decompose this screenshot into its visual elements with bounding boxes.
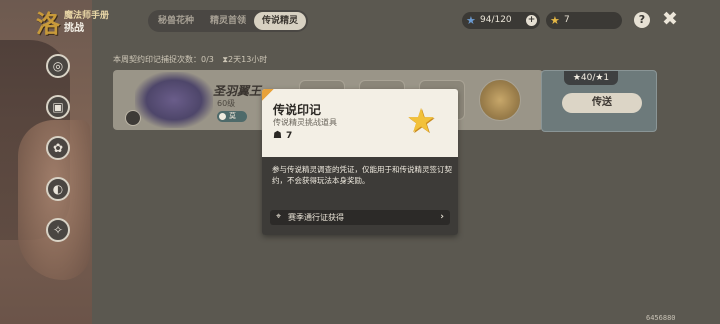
tab-1[interactable]: 精灵首领	[202, 12, 254, 30]
stamina-counter: ★ 94/120 +	[462, 12, 540, 29]
side-nav-quest-icon[interactable]: ✧	[46, 218, 70, 242]
source-label: 赛季通行证获得	[288, 213, 344, 222]
tab-bar: 秘兽花种 精灵首领 传说精灵	[148, 10, 309, 32]
side-nav-ball-icon[interactable]: ◐	[46, 177, 70, 201]
location-pin-icon: ⌖	[276, 212, 282, 222]
star-icon: ★	[406, 101, 436, 140]
side-nav: ◎ ▣ ✿ ◐ ✧	[46, 54, 72, 259]
stamina-value: 94/120	[480, 15, 512, 25]
item-tooltip: 传说印记 传说精灵挑战道具 ☗ 7 ★ 参与传说精灵调查的凭证，仅能用于和传说精灵…	[262, 89, 458, 235]
teleport-cost: ★40/★1	[564, 71, 618, 85]
currency-value: 7	[564, 15, 570, 25]
item-source-link[interactable]: ⌖ 赛季通行证获得 ›	[270, 210, 450, 225]
teleport-card: ★40/★1 传送	[541, 70, 657, 132]
item-owned-count: ☗ 7	[273, 130, 292, 141]
user-id: 6456880	[646, 314, 676, 322]
capture-count: 本周契约印记捕捉次数：0/3	[113, 55, 214, 64]
reward-gold-slot[interactable]	[479, 79, 521, 121]
star-icon: ★	[550, 14, 560, 27]
side-nav-flower-icon[interactable]: ✿	[46, 136, 70, 160]
owned-value: 7	[286, 131, 293, 141]
boss-attribute-toggle[interactable]: 莫	[217, 111, 247, 122]
teleport-button[interactable]: 传送	[562, 93, 642, 113]
app-logo: 洛 魔法师手册 挑战	[36, 4, 156, 38]
tab-2[interactable]: 传说精灵	[254, 12, 307, 30]
logo-glyph: 洛	[36, 9, 60, 38]
item-description: 参与传说精灵调查的凭证，仅能用于和传说精灵签订契约，不会获得玩法本身奖励。	[272, 165, 452, 185]
boss-creature-image	[135, 72, 213, 128]
tab-0[interactable]: 秘兽花种	[150, 12, 202, 30]
logo-title: 挑战	[64, 23, 84, 34]
tooltip-header: 传说印记 传说精灵挑战道具 ☗ 7 ★	[262, 89, 458, 157]
bag-icon: ☗	[273, 130, 282, 141]
tooltip-body: 参与传说精灵调查的凭证，仅能用于和传说精灵签订契约，不会获得玩法本身奖励。 ⌖ …	[262, 157, 458, 235]
close-button[interactable]: ✖	[660, 9, 680, 29]
side-nav-target-icon[interactable]: ◎	[46, 54, 70, 78]
item-subtitle: 传说精灵挑战道具	[273, 118, 337, 127]
item-title: 传说印记	[273, 103, 322, 117]
boss-name: 圣羽翼王	[213, 84, 262, 98]
capture-info: 本周契约印记捕捉次数：0/3 ⧗2天13小时	[113, 54, 267, 65]
currency-counter: ★ 7	[546, 12, 622, 29]
add-stamina-button[interactable]: +	[526, 15, 537, 26]
side-nav-bag-icon[interactable]: ▣	[46, 95, 70, 119]
boss-level: 60级	[217, 99, 236, 108]
star-icon: ★	[466, 14, 476, 27]
reset-timer: ⧗2天13小时	[222, 55, 268, 64]
chevron-right-icon: ›	[440, 212, 444, 222]
help-button[interactable]: ?	[634, 12, 650, 28]
